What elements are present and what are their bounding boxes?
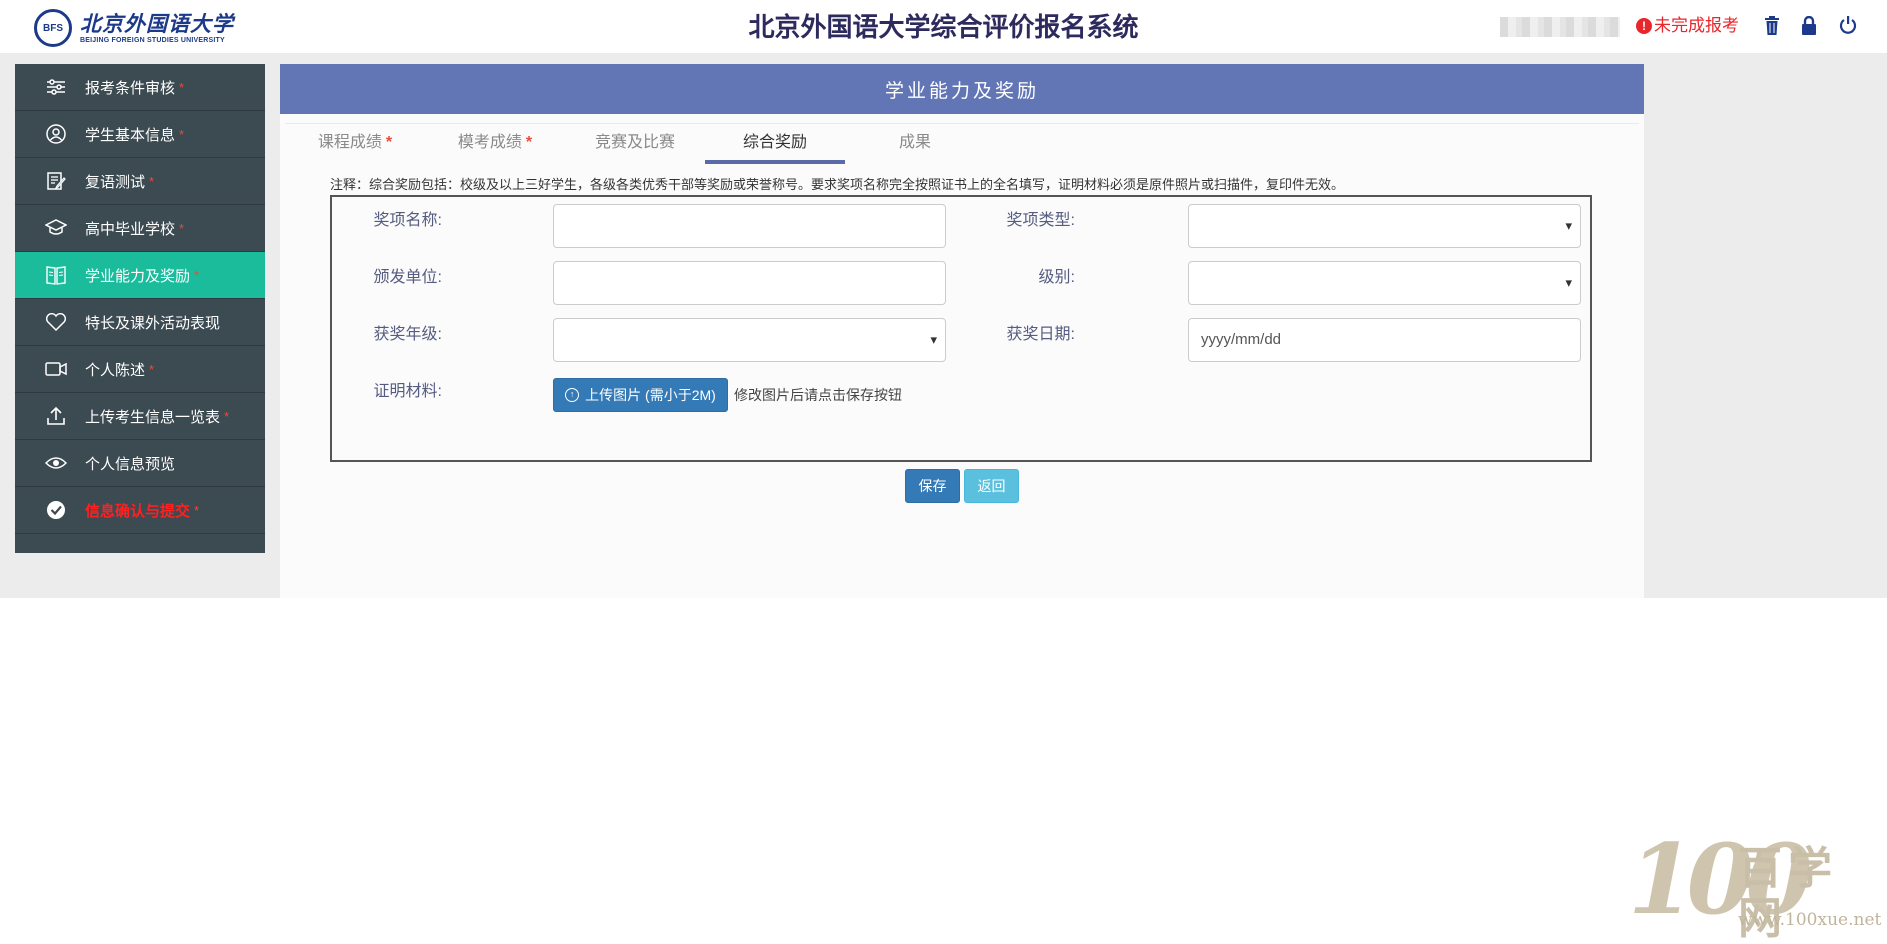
sidebar-item-high-school[interactable]: 高中毕业学校 * <box>15 205 265 252</box>
sidebar-item-label: 学业能力及奖励 <box>85 267 191 285</box>
required-mark: * <box>385 134 393 151</box>
tab-label: 课程成绩 <box>317 134 382 151</box>
sidebar-item-talents-activities[interactable]: 特长及课外活动表现 <box>15 299 265 346</box>
watermark-logo: 100 百学网 www.100xue.net <box>1628 830 1882 944</box>
required-mark: * <box>194 267 200 283</box>
award-name-label: 奖项名称: <box>373 212 442 229</box>
tab-mock-exam-grades[interactable]: 模考成绩 * <box>425 124 565 160</box>
tab-competitions[interactable]: 竞赛及比赛 <box>565 124 705 160</box>
level-select[interactable] <box>1188 261 1581 305</box>
tab-bar: 课程成绩 * 模考成绩 * 竞赛及比赛 综合奖励 成果 <box>285 123 1639 164</box>
sidebar-item-label: 特长及课外活动表现 <box>85 314 221 332</box>
issuer-input[interactable] <box>553 261 946 305</box>
trash-icon[interactable] <box>1761 14 1783 36</box>
tab-course-grades[interactable]: 课程成绩 * <box>285 124 425 160</box>
upload-circle-icon: ↑ <box>565 388 580 402</box>
sidebar-item-label: 个人信息预览 <box>85 455 176 473</box>
award-date-input[interactable]: yyyy/mm/dd <box>1188 318 1581 362</box>
sidebar-item-confirm-submit[interactable]: 信息确认与提交 * <box>15 487 265 534</box>
graduation-cap-icon <box>45 217 67 239</box>
tab-comprehensive-awards[interactable]: 综合奖励 <box>705 124 845 164</box>
application-status: ! 未完成报考 <box>1636 14 1739 38</box>
watermark-url: www.100xue.net <box>1738 910 1882 930</box>
required-mark: * <box>194 502 200 518</box>
main-panel: 学业能力及奖励 课程成绩 * 模考成绩 * 竞赛及比赛 综合奖励 成果 注释：综合奖… <box>280 64 1644 598</box>
upload-icon <box>45 405 67 427</box>
university-logo[interactable]: BFS 北京外国语大学 BEIJING FOREIGN STUDIES UNIV… <box>34 6 234 50</box>
required-mark: * <box>179 126 185 142</box>
save-button[interactable]: 保存 <box>905 469 960 503</box>
top-header: BFS 北京外国语大学 BEIJING FOREIGN STUDIES UNIV… <box>0 0 1887 53</box>
tab-label: 成果 <box>898 134 931 151</box>
proof-label: 证明材料: <box>373 383 442 400</box>
sidebar-item-upload-info-sheet[interactable]: 上传考生信息一览表 * <box>15 393 265 440</box>
sidebar-item-label: 报考条件审核 <box>85 79 176 97</box>
upload-image-button[interactable]: ↑ 上传图片 (需小于2M) <box>553 378 728 412</box>
sidebar-nav: 报考条件审核 * 学生基本信息 * 复语测试 * 高中毕业学校 * 学业能力及奖励 * 特… <box>15 64 265 553</box>
award-date-label: 获奖日期: <box>1006 326 1075 343</box>
open-book-icon <box>45 264 67 286</box>
required-mark: * <box>149 361 155 377</box>
status-text: 未完成报考 <box>1654 16 1739 35</box>
sidebar-item-eligibility-review[interactable]: 报考条件审核 * <box>15 64 265 111</box>
award-form: 奖项名称: 奖项类型: 颁发单位: 级别: 获奖年级: 获奖日期: yyyy/m… <box>330 195 1592 462</box>
sidebar-item-bilingual-test[interactable]: 复语测试 * <box>15 158 265 205</box>
heart-icon <box>45 311 67 333</box>
required-mark: * <box>525 134 533 151</box>
sidebar-item-label: 复语测试 <box>85 173 146 191</box>
issuer-label: 颁发单位: <box>373 269 442 286</box>
blurred-username <box>1500 17 1620 37</box>
back-button[interactable]: 返回 <box>964 469 1019 503</box>
sidebar-item-basic-info[interactable]: 学生基本信息 * <box>15 111 265 158</box>
system-title: 北京外国语大学综合评价报名系统 <box>748 12 1139 42</box>
logo-seal-icon: BFS <box>34 9 72 47</box>
sidebar-item-academic-awards[interactable]: 学业能力及奖励 * <box>15 252 265 299</box>
required-mark: * <box>224 408 230 424</box>
sidebar-item-label: 学生基本信息 <box>85 126 176 144</box>
award-type-label: 奖项类型: <box>1006 212 1075 229</box>
sidebar-item-info-preview[interactable]: 个人信息预览 <box>15 440 265 487</box>
check-circle-icon <box>45 499 67 521</box>
tab-label: 综合奖励 <box>742 134 807 151</box>
section-heading: 学业能力及奖励 <box>280 64 1644 114</box>
grade-label: 获奖年级: <box>373 326 442 343</box>
sidebar-item-label: 个人陈述 <box>85 361 146 379</box>
sidebar-item-personal-statement[interactable]: 个人陈述 * <box>15 346 265 393</box>
level-label: 级别: <box>1038 269 1075 286</box>
exclamation-icon: ! <box>1636 18 1652 34</box>
eye-icon <box>45 452 67 474</box>
required-mark: * <box>149 173 155 189</box>
video-camera-icon <box>45 358 67 380</box>
tab-label: 竞赛及比赛 <box>594 134 675 151</box>
required-mark: * <box>179 79 185 95</box>
sidebar-item-label: 上传考生信息一览表 <box>85 408 221 426</box>
instructions-note: 注释：综合奖励包括：校级及以上三好学生，各级各类优秀干部等奖励或荣誉称号。要求奖… <box>330 177 1345 192</box>
required-mark: * <box>179 220 185 236</box>
sidebar-item-label: 高中毕业学校 <box>85 220 176 238</box>
logo-chinese-name: 北京外国语大学 <box>80 10 234 36</box>
power-icon[interactable] <box>1837 14 1859 36</box>
award-name-input[interactable] <box>553 204 946 248</box>
user-circle-icon <box>45 123 67 145</box>
sidebar-item-label: 信息确认与提交 <box>85 502 191 520</box>
award-type-select[interactable] <box>1188 204 1581 248</box>
logo-text: 北京外国语大学 BEIJING FOREIGN STUDIES UNIVERSI… <box>80 10 234 45</box>
edit-document-icon <box>45 170 67 192</box>
upload-button-label: 上传图片 (需小于2M) <box>585 387 716 403</box>
lock-icon[interactable] <box>1798 14 1820 36</box>
tab-achievements[interactable]: 成果 <box>845 124 985 160</box>
upload-hint: 修改图片后请点击保存按钮 <box>734 387 902 403</box>
sliders-icon <box>45 76 67 98</box>
grade-select[interactable] <box>553 318 946 362</box>
logo-english-name: BEIJING FOREIGN STUDIES UNIVERSITY <box>80 36 225 44</box>
tab-label: 模考成绩 <box>457 134 522 151</box>
